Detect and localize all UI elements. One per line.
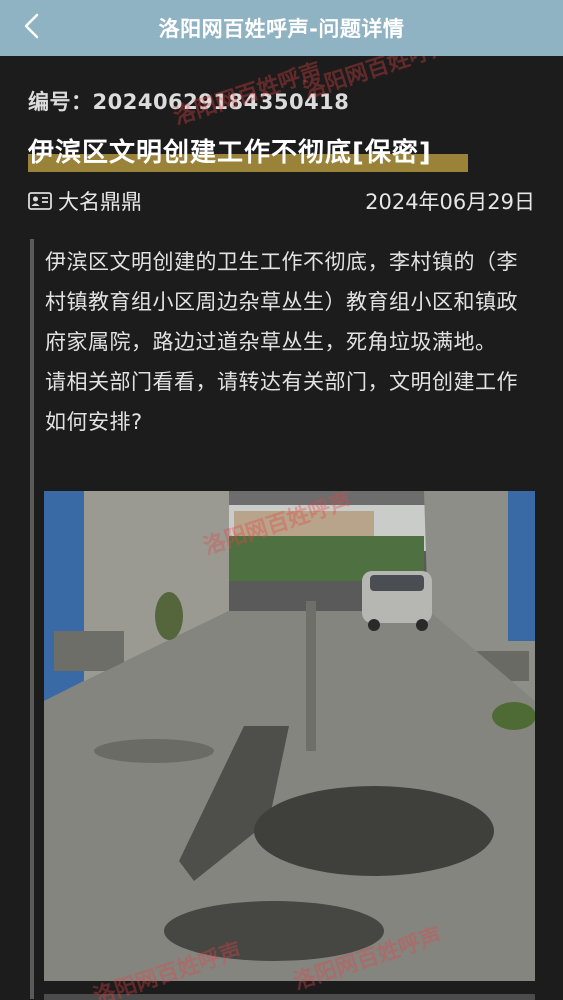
ticket-number: 编号：20240629184350418 [28,86,349,116]
author-name: 大名鼎鼎 [58,190,142,214]
ticket-value: 20240629184350418 [92,90,350,114]
post-date: 2024年06月29日 [365,190,535,214]
quote-bar [30,239,34,999]
post-title: 伊滨区文明创建工作不彻底[保密] [28,138,432,168]
author: 大名鼎鼎 [28,186,142,216]
chevron-left-icon [24,13,39,39]
post-body: 伊滨区文明创建的卫生工作不彻底，李村镇的（李村镇教育组小区周边杂草丛生）教育组小… [45,250,518,434]
alley-photo-graphic [44,491,535,981]
post-title-block: 伊滨区文明创建工作不彻底[保密] [28,132,548,174]
back-button[interactable] [14,8,50,44]
author-row: 大名鼎鼎 2024年06月29日 [28,186,535,216]
id-card-icon [28,192,52,210]
top-bar: 洛阳网百姓呼声-问题详情 [0,0,563,56]
ticket-label: 编号： [28,90,93,114]
post-detail: 编号：20240629184350418 伊滨区文明创建工作不彻底[保密] 大名… [0,56,563,1000]
page-title: 洛阳网百姓呼声-问题详情 [158,17,405,41]
post-photo-next[interactable] [44,994,535,1000]
post-photo[interactable] [44,491,535,981]
